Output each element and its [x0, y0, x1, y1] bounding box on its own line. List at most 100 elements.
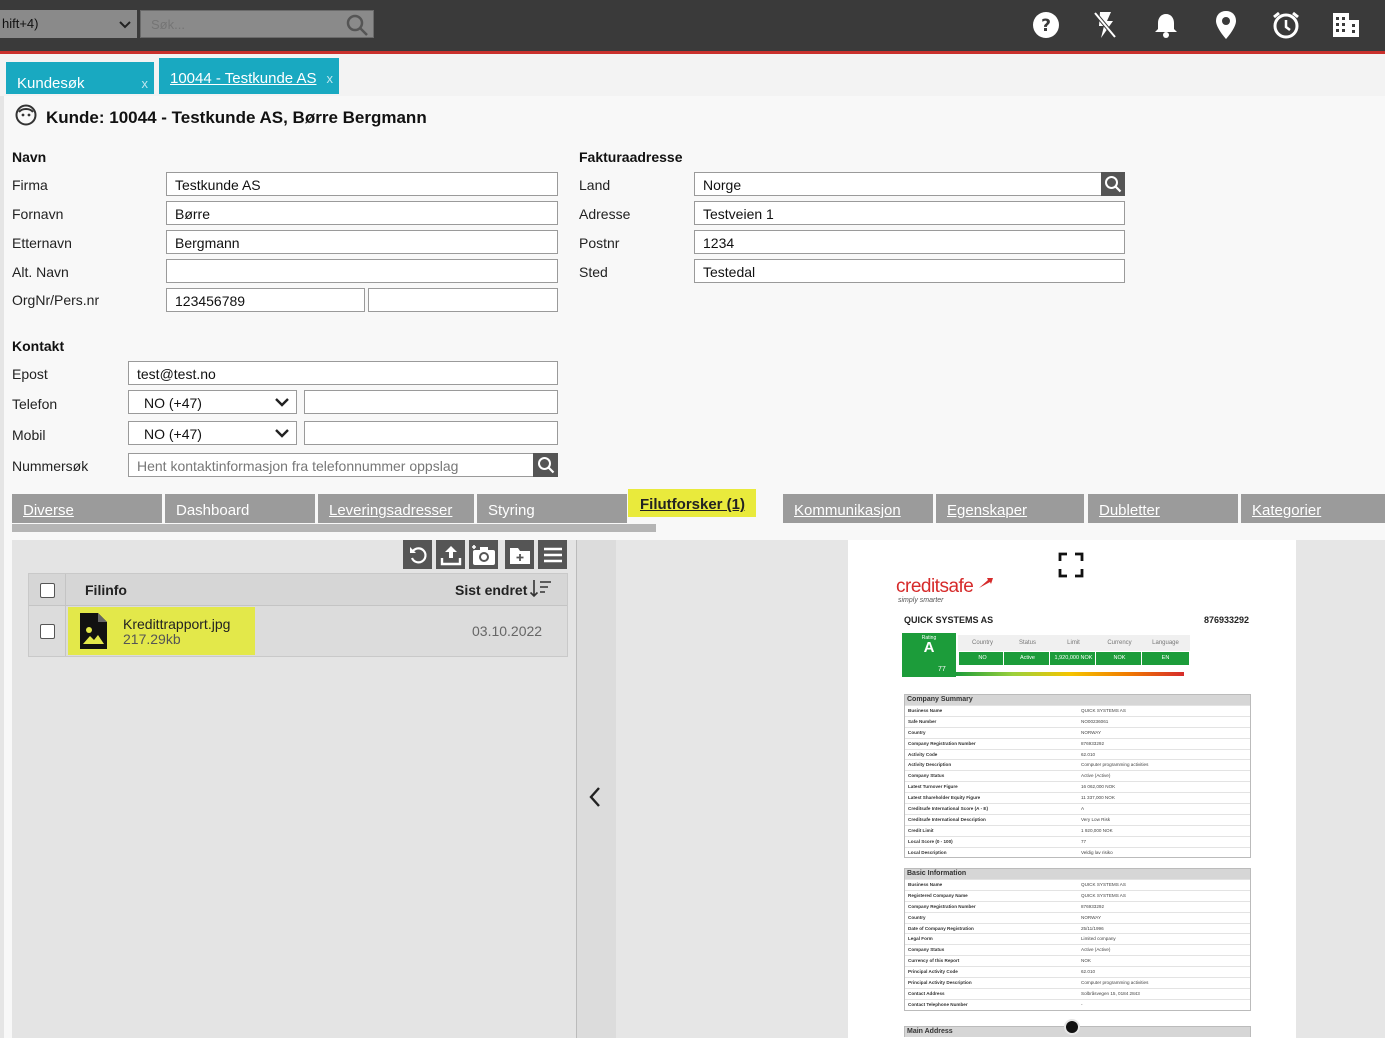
table-row: Contact Address Solbråsvegen 15, 0184 284… — [905, 987, 1250, 999]
search-icon — [537, 457, 554, 474]
table-row: Country NORWAY — [905, 911, 1250, 923]
table-row: Company Status Active (Active) — [905, 944, 1250, 955]
tab-egenskaper[interactable]: Egenskaper — [936, 494, 1084, 523]
tab-label: Kundesøk — [17, 75, 85, 92]
table-row: Company Status Active (Active) — [905, 770, 1250, 781]
file-preview: creditsafe simply smarter QUICK SYSTEMS … — [576, 540, 1385, 1038]
rating-country: Country NO — [958, 635, 1007, 669]
row-value: Computer programming activities — [1081, 762, 1149, 768]
table-title: Company Summary — [905, 695, 1250, 705]
etternavn-field[interactable]: Bergmann — [166, 230, 558, 254]
table-row: Legal Form Limited company — [905, 933, 1250, 944]
refresh-icon — [409, 546, 427, 563]
table-row: Principal Activity Description Computer p… — [905, 977, 1250, 988]
fornavn-field[interactable]: Børre — [166, 201, 558, 225]
telefon-country-select[interactable]: NO (+47) — [128, 390, 297, 414]
tab-kategorier[interactable]: Kategorier — [1241, 494, 1385, 523]
sort-descending-icon[interactable] — [529, 578, 553, 603]
tab-underline-bar — [12, 524, 656, 532]
orgnr-extra-field[interactable] — [368, 288, 558, 312]
search-icon[interactable] — [345, 13, 369, 40]
row-value: 25/11/1996 — [1081, 925, 1104, 931]
building-icon[interactable] — [1326, 7, 1366, 43]
chevron-left-icon[interactable] — [587, 785, 603, 812]
refresh-button[interactable] — [403, 540, 432, 569]
tab-styring[interactable]: Styring — [477, 494, 627, 523]
row-value: 876933292 — [1081, 903, 1104, 909]
col-sist-endret[interactable]: Sist endret — [455, 582, 527, 598]
mobil-country-value: NO (+47) — [144, 426, 202, 442]
postnr-field[interactable]: 1234 — [694, 230, 1125, 254]
fullscreen-icon[interactable] — [1058, 552, 1084, 581]
row-value: NORWAY — [1081, 914, 1102, 920]
section-navn: Navn — [12, 149, 47, 165]
tab-kommunikasjon[interactable]: Kommunikasjon — [783, 494, 933, 523]
close-icon[interactable]: x — [142, 76, 149, 91]
sted-field[interactable]: Testedal — [694, 259, 1125, 283]
tab-customer[interactable]: 10044 - Testkunde AS x — [159, 58, 339, 94]
camera-button[interactable] — [469, 540, 498, 569]
mobil-country-select[interactable]: NO (+47) — [128, 421, 297, 445]
rating-col-label: Language — [1141, 635, 1190, 651]
col-filinfo[interactable]: Filinfo — [85, 582, 127, 598]
new-folder-button[interactable] — [505, 540, 534, 569]
bell-icon[interactable] — [1146, 7, 1186, 43]
upload-button[interactable] — [436, 540, 465, 569]
mobil-field[interactable] — [304, 421, 558, 445]
customer-face-icon — [15, 104, 37, 131]
location-icon[interactable] — [1206, 7, 1246, 43]
label-nummersok: Nummersøk — [12, 458, 89, 474]
row-key: Activity Code — [908, 751, 938, 757]
label-adresse: Adresse — [579, 206, 631, 222]
row-value: NOK — [1081, 958, 1091, 964]
epost-field[interactable]: test@test.no — [128, 361, 558, 385]
orgnr-field[interactable]: 123456789 — [166, 288, 365, 312]
table-row: Creditsafe International Description Very… — [905, 813, 1250, 825]
tab-diverse[interactable]: Diverse — [12, 494, 162, 523]
row-value: QUICK SYSTEMS AS — [1081, 882, 1126, 887]
land-search-button[interactable] — [1101, 172, 1125, 196]
help-icon[interactable]: ? — [1026, 7, 1066, 43]
tab-leveringsadresser[interactable]: Leveringsadresser — [318, 494, 474, 523]
close-icon[interactable]: x — [327, 71, 334, 86]
image-file-icon — [78, 612, 108, 653]
camera-icon — [471, 544, 495, 565]
select-all-checkbox[interactable] — [40, 583, 55, 598]
tab-filutforsker[interactable]: Filutforsker (1) — [628, 489, 756, 517]
telefon-field[interactable] — [304, 390, 558, 414]
table-row: Creditsafe International Score (A - E) A — [905, 803, 1250, 814]
rating-currency: Currency NOK — [1095, 635, 1144, 669]
row-key: Activity Description — [908, 762, 952, 768]
table-row: Country NORWAY — [905, 726, 1250, 738]
search-icon — [1105, 176, 1122, 193]
row-value: NO00236061 — [1081, 718, 1109, 724]
tab-dubletter[interactable]: Dubletter — [1088, 494, 1238, 523]
shortcut-selector[interactable]: hift+4) — [0, 10, 137, 38]
rating-limit: Limit 1,920,000 NOK — [1049, 635, 1098, 669]
table-row: Principal Activity Code 62.010 — [905, 966, 1250, 977]
rating-status: Status Active — [1003, 635, 1052, 669]
row-checkbox[interactable] — [40, 624, 55, 639]
upload-icon — [440, 545, 461, 565]
land-field[interactable]: Norge — [694, 172, 1102, 196]
adresse-field[interactable]: Testveien 1 — [694, 201, 1125, 225]
row-value: - — [1081, 1001, 1083, 1007]
rating-value: A — [923, 639, 935, 656]
tab-kundesok[interactable]: Kundesøk x — [6, 62, 154, 94]
flash-off-icon[interactable] — [1085, 7, 1125, 43]
firma-field[interactable]: Testkunde AS — [166, 172, 558, 196]
menu-button[interactable] — [538, 540, 567, 569]
nummersok-search-button[interactable] — [533, 453, 558, 477]
label-telefon: Telefon — [12, 396, 58, 412]
section-fakturaadresse: Fakturaadresse — [579, 149, 683, 165]
row-key: Country — [908, 914, 926, 920]
file-item[interactable]: Kredittrapport.jpg 217.29kb — [68, 607, 255, 655]
row-value: Very Low Risk — [1081, 816, 1111, 822]
alarm-icon[interactable] — [1266, 7, 1306, 43]
alt-navn-field[interactable] — [166, 259, 558, 283]
search-input[interactable] — [141, 11, 331, 37]
customer-page: Kunde: 10044 - Testkunde AS, Børre Bergm… — [4, 96, 1385, 1038]
tab-dashboard[interactable]: Dashboard — [165, 494, 315, 523]
nummersok-input[interactable]: Hent kontaktinformasjon fra telefonnumme… — [128, 453, 534, 477]
scroll-indicator-icon[interactable] — [1063, 1018, 1081, 1038]
